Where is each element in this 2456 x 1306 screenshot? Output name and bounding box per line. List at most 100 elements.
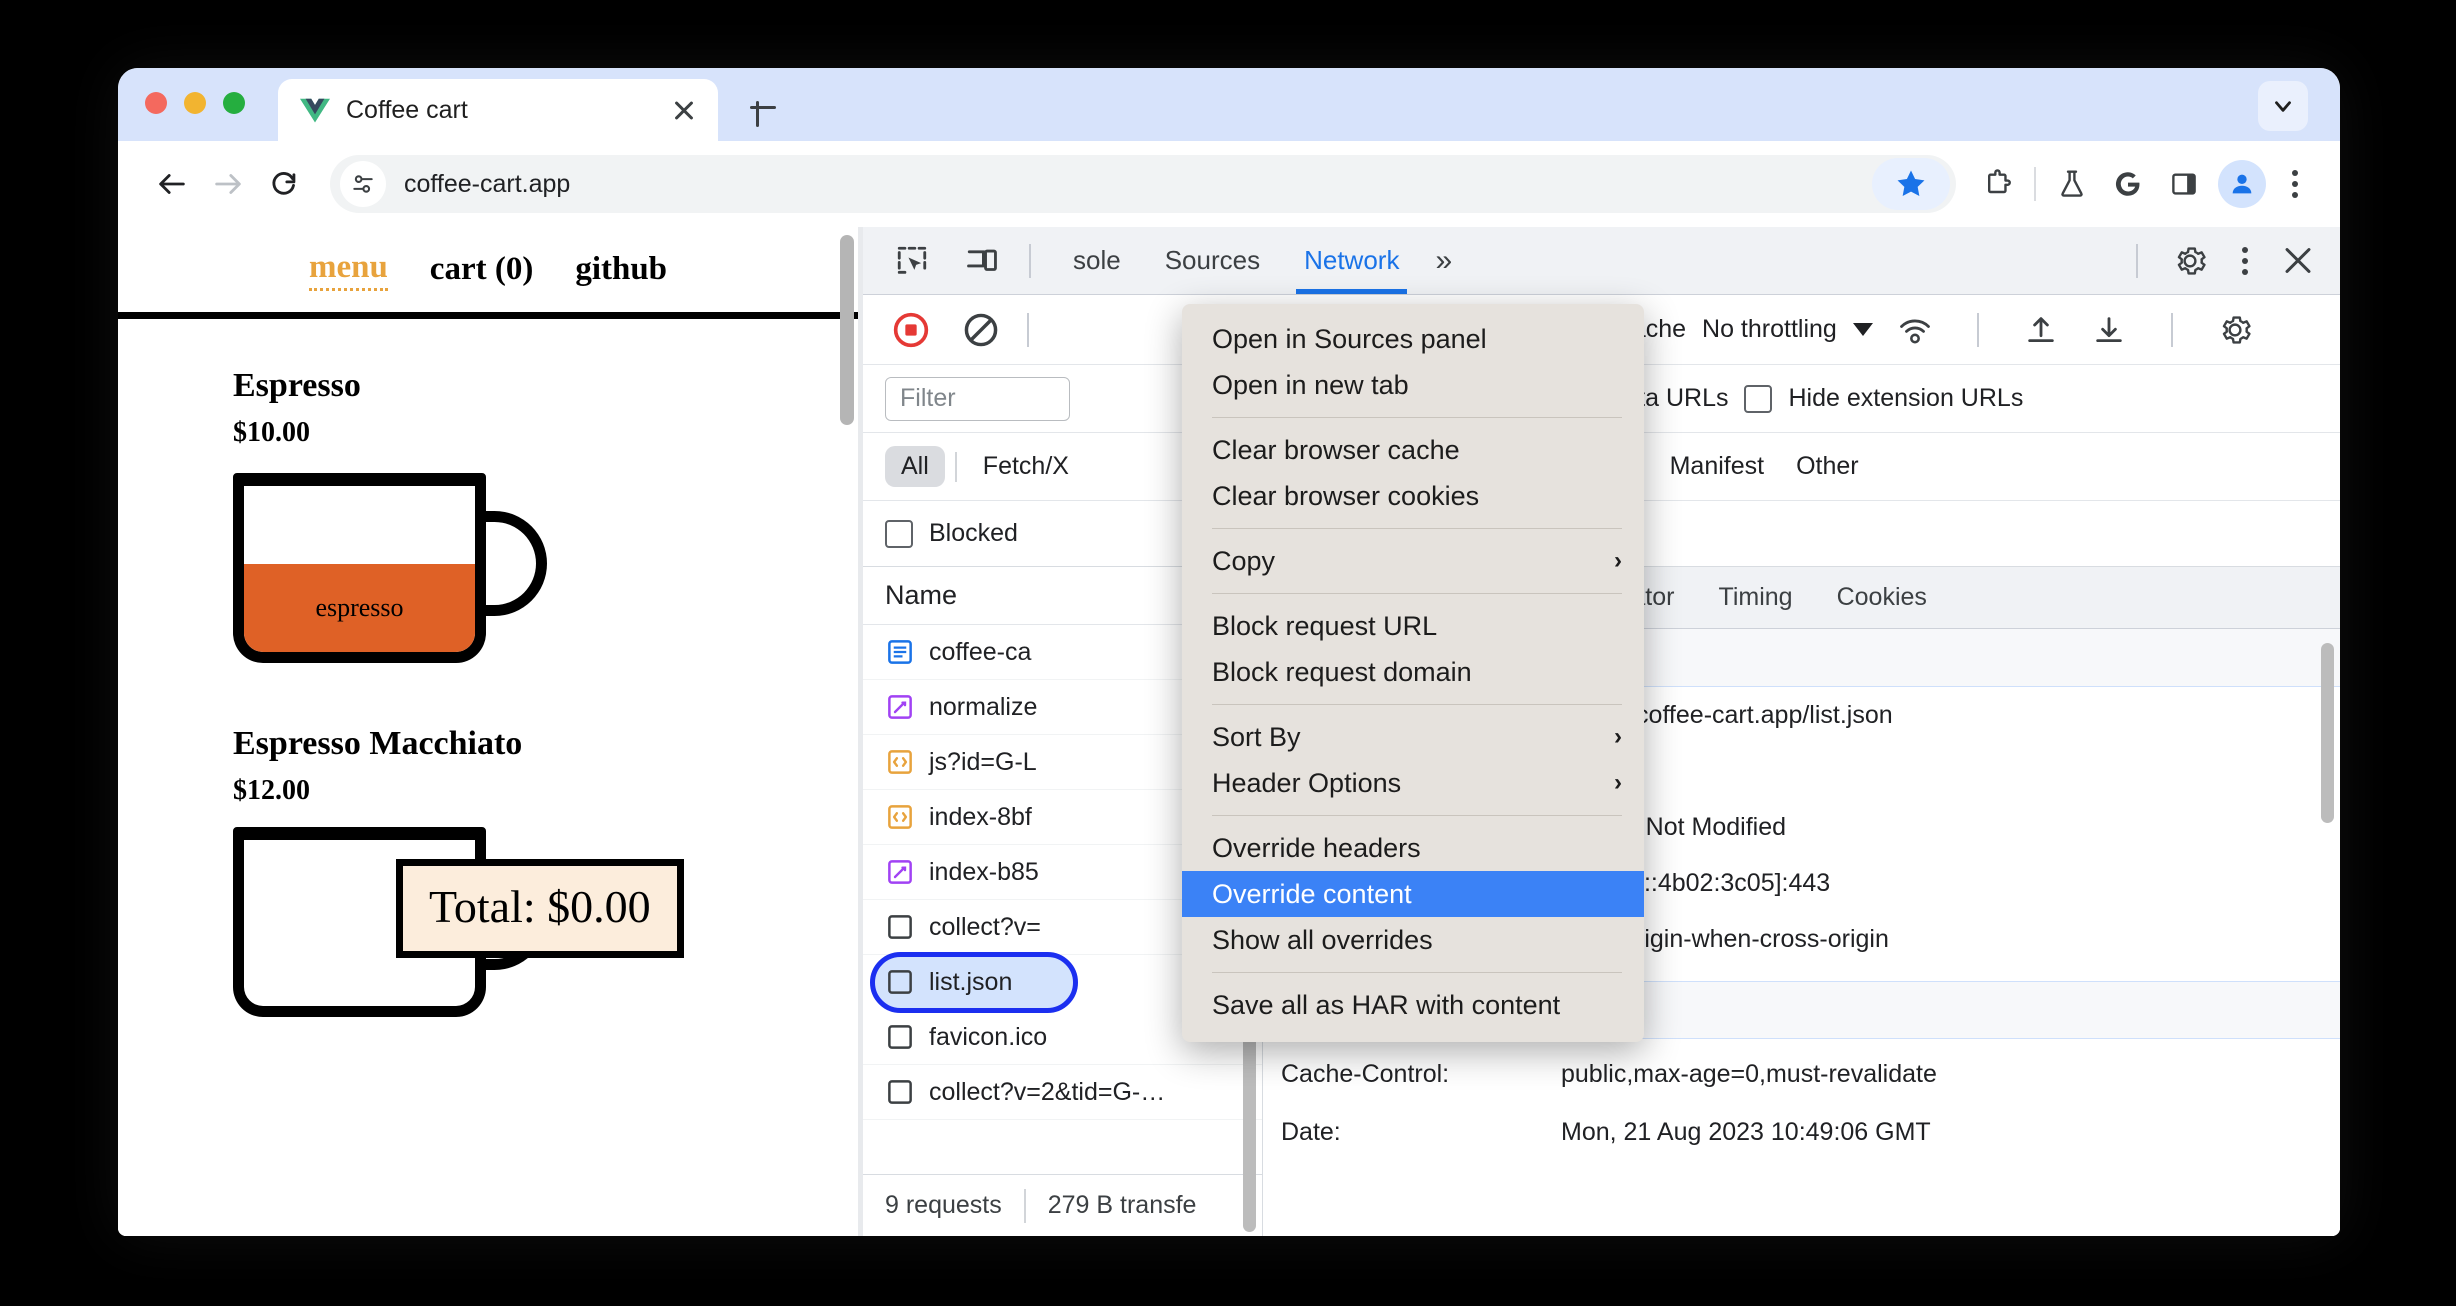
throttling-select[interactable]: No throttling: [1702, 315, 1873, 344]
labs-flask-icon[interactable]: [2044, 156, 2100, 212]
tab-timing[interactable]: Timing: [1696, 583, 1814, 612]
close-devtools-icon[interactable]: [2274, 237, 2322, 285]
menu-item-label: Save all as HAR with content: [1212, 989, 1561, 1020]
menu-item-copy[interactable]: Copy ›: [1182, 538, 1644, 584]
close-icon[interactable]: [670, 96, 698, 124]
menu-item-block-request-domain[interactable]: Block request domain: [1182, 649, 1644, 695]
search-input[interactable]: Filter: [885, 376, 1070, 421]
window-controls: [145, 92, 245, 114]
menu-item-label: Open in Sources panel: [1212, 323, 1487, 354]
tab-search-button[interactable]: [2258, 81, 2308, 131]
menu-separator: [1212, 593, 1622, 594]
menu-item-block-request-url[interactable]: Block request URL: [1182, 603, 1644, 649]
chevron-right-icon: ›: [1614, 547, 1622, 574]
side-panel-icon[interactable]: [2156, 156, 2212, 212]
menu-item-label: Clear browser cookies: [1212, 480, 1480, 511]
stop-recording-icon[interactable]: [885, 304, 937, 356]
page-nav-cart[interactable]: cart (0): [430, 251, 534, 288]
tab-strip: Coffee cart: [118, 68, 2340, 141]
product-price: $10.00: [233, 417, 310, 448]
page-nav-github[interactable]: github: [575, 251, 667, 288]
web-page-viewport: menu cart (0) github Espresso $10.00 esp…: [118, 227, 858, 1236]
menu-item-label: Clear browser cache: [1212, 434, 1460, 465]
extensions-icon[interactable]: [1970, 156, 2026, 212]
blocked-label: Blocked: [929, 519, 1018, 547]
toolbar-divider: [1029, 243, 1031, 278]
browser-toolbar: coffee-cart.app: [118, 141, 2340, 227]
tab-cookies[interactable]: Cookies: [1815, 583, 1949, 612]
export-har-icon[interactable]: [2083, 304, 2135, 356]
type-chip-all[interactable]: All: [885, 446, 945, 487]
minimize-window-button[interactable]: [184, 92, 206, 114]
menu-item-sort-by[interactable]: Sort By ›: [1182, 714, 1644, 760]
menu-kebab-icon[interactable]: [2272, 156, 2318, 212]
menu-item-open-in-new-tab[interactable]: Open in new tab: [1182, 362, 1644, 408]
browser-tab[interactable]: Coffee cart: [278, 79, 718, 141]
menu-item-open-in-sources-panel[interactable]: Open in Sources panel: [1182, 316, 1644, 362]
context-menu: Open in Sources panel Open in new tab Cl…: [1182, 304, 1644, 1042]
more-tabs-icon[interactable]: »: [1421, 244, 1466, 278]
menu-item-label: Open in new tab: [1212, 369, 1409, 400]
generic-icon: [888, 915, 912, 939]
transferred-size: 279 B transfe: [1047, 1191, 1197, 1219]
toolbar-divider: [1976, 312, 1979, 347]
menu-item-override-headers[interactable]: Override headers: [1182, 825, 1644, 871]
profile-icon[interactable]: [2218, 160, 2266, 208]
menu-item-clear-browser-cookies[interactable]: Clear browser cookies: [1182, 473, 1644, 519]
menu-item-header-options[interactable]: Header Options ›: [1182, 760, 1644, 806]
type-chip-other[interactable]: Other: [1780, 446, 1875, 487]
page-scrollbar[interactable]: [840, 235, 854, 425]
menu-item-show-all-overrides[interactable]: Show all overrides: [1182, 917, 1644, 963]
back-arrow-icon[interactable]: [144, 156, 200, 212]
script-icon: [888, 750, 912, 774]
menu-separator: [1212, 972, 1622, 973]
type-chip-fetch[interactable]: Fetch/X: [967, 446, 1085, 487]
more-options-icon[interactable]: [2222, 233, 2268, 289]
menu-item-clear-browser-cache[interactable]: Clear browser cache: [1182, 427, 1644, 473]
network-settings-icon[interactable]: [2209, 304, 2261, 356]
maximize-window-button[interactable]: [223, 92, 245, 114]
request-name: collect?v=: [929, 912, 1041, 941]
request-name: favicon.ico: [929, 1022, 1048, 1051]
request-name: collect?v=2&tid=G-…: [929, 1077, 1166, 1106]
blocked-checkbox[interactable]: [885, 519, 913, 548]
chevron-right-icon: ›: [1614, 723, 1622, 750]
tab-network[interactable]: Network: [1282, 227, 1421, 294]
document-icon: [888, 640, 912, 664]
clear-network-icon[interactable]: [955, 304, 1007, 356]
hide-extension-urls-checkbox[interactable]: [1744, 384, 1773, 413]
device-toolbar-icon[interactable]: [955, 234, 1009, 288]
menu-item-label: Block request URL: [1212, 610, 1438, 641]
menu-item-save-all-as-har-with-content[interactable]: Save all as HAR with content: [1182, 982, 1644, 1028]
cart-total-tooltip: Total: $0.00: [396, 859, 684, 958]
espresso-cup[interactable]: espresso: [233, 473, 547, 663]
generic-icon: [888, 970, 912, 994]
stylesheet-icon: [888, 860, 912, 884]
network-conditions-icon[interactable]: [1889, 304, 1941, 356]
header-key: Date:: [1281, 1117, 1341, 1146]
page-nav-menu[interactable]: menu: [308, 249, 388, 291]
toolbar-divider: [2170, 312, 2173, 347]
table-row-selected[interactable]: list.json: [870, 952, 1078, 1013]
menu-item-override-content[interactable]: Override content: [1182, 871, 1644, 917]
tune-icon[interactable]: [340, 161, 386, 207]
table-row[interactable]: collect?v=2&tid=G-…: [863, 1065, 1262, 1120]
tab-console[interactable]: sole: [1051, 227, 1143, 294]
product-name: Espresso: [233, 367, 361, 404]
new-tab-button[interactable]: [744, 89, 782, 127]
page-nav: menu cart (0) github: [118, 227, 858, 319]
address-bar[interactable]: coffee-cart.app: [330, 155, 1956, 213]
close-window-button[interactable]: [145, 92, 167, 114]
detail-scrollbar[interactable]: [2321, 643, 2334, 823]
product-name: Espresso Macchiato: [233, 725, 523, 762]
import-har-icon[interactable]: [2015, 304, 2067, 356]
bookmark-star-icon[interactable]: [1872, 158, 1950, 210]
type-chip-manifest[interactable]: Manifest: [1654, 446, 1780, 487]
generic-icon: [888, 1080, 912, 1104]
google-g-icon[interactable]: [2100, 156, 2156, 212]
settings-gear-icon[interactable]: [2164, 235, 2216, 287]
reload-icon[interactable]: [256, 156, 312, 212]
tab-sources[interactable]: Sources: [1143, 227, 1282, 294]
inspect-element-icon[interactable]: [885, 234, 939, 288]
toolbar-divider: [2136, 243, 2138, 278]
